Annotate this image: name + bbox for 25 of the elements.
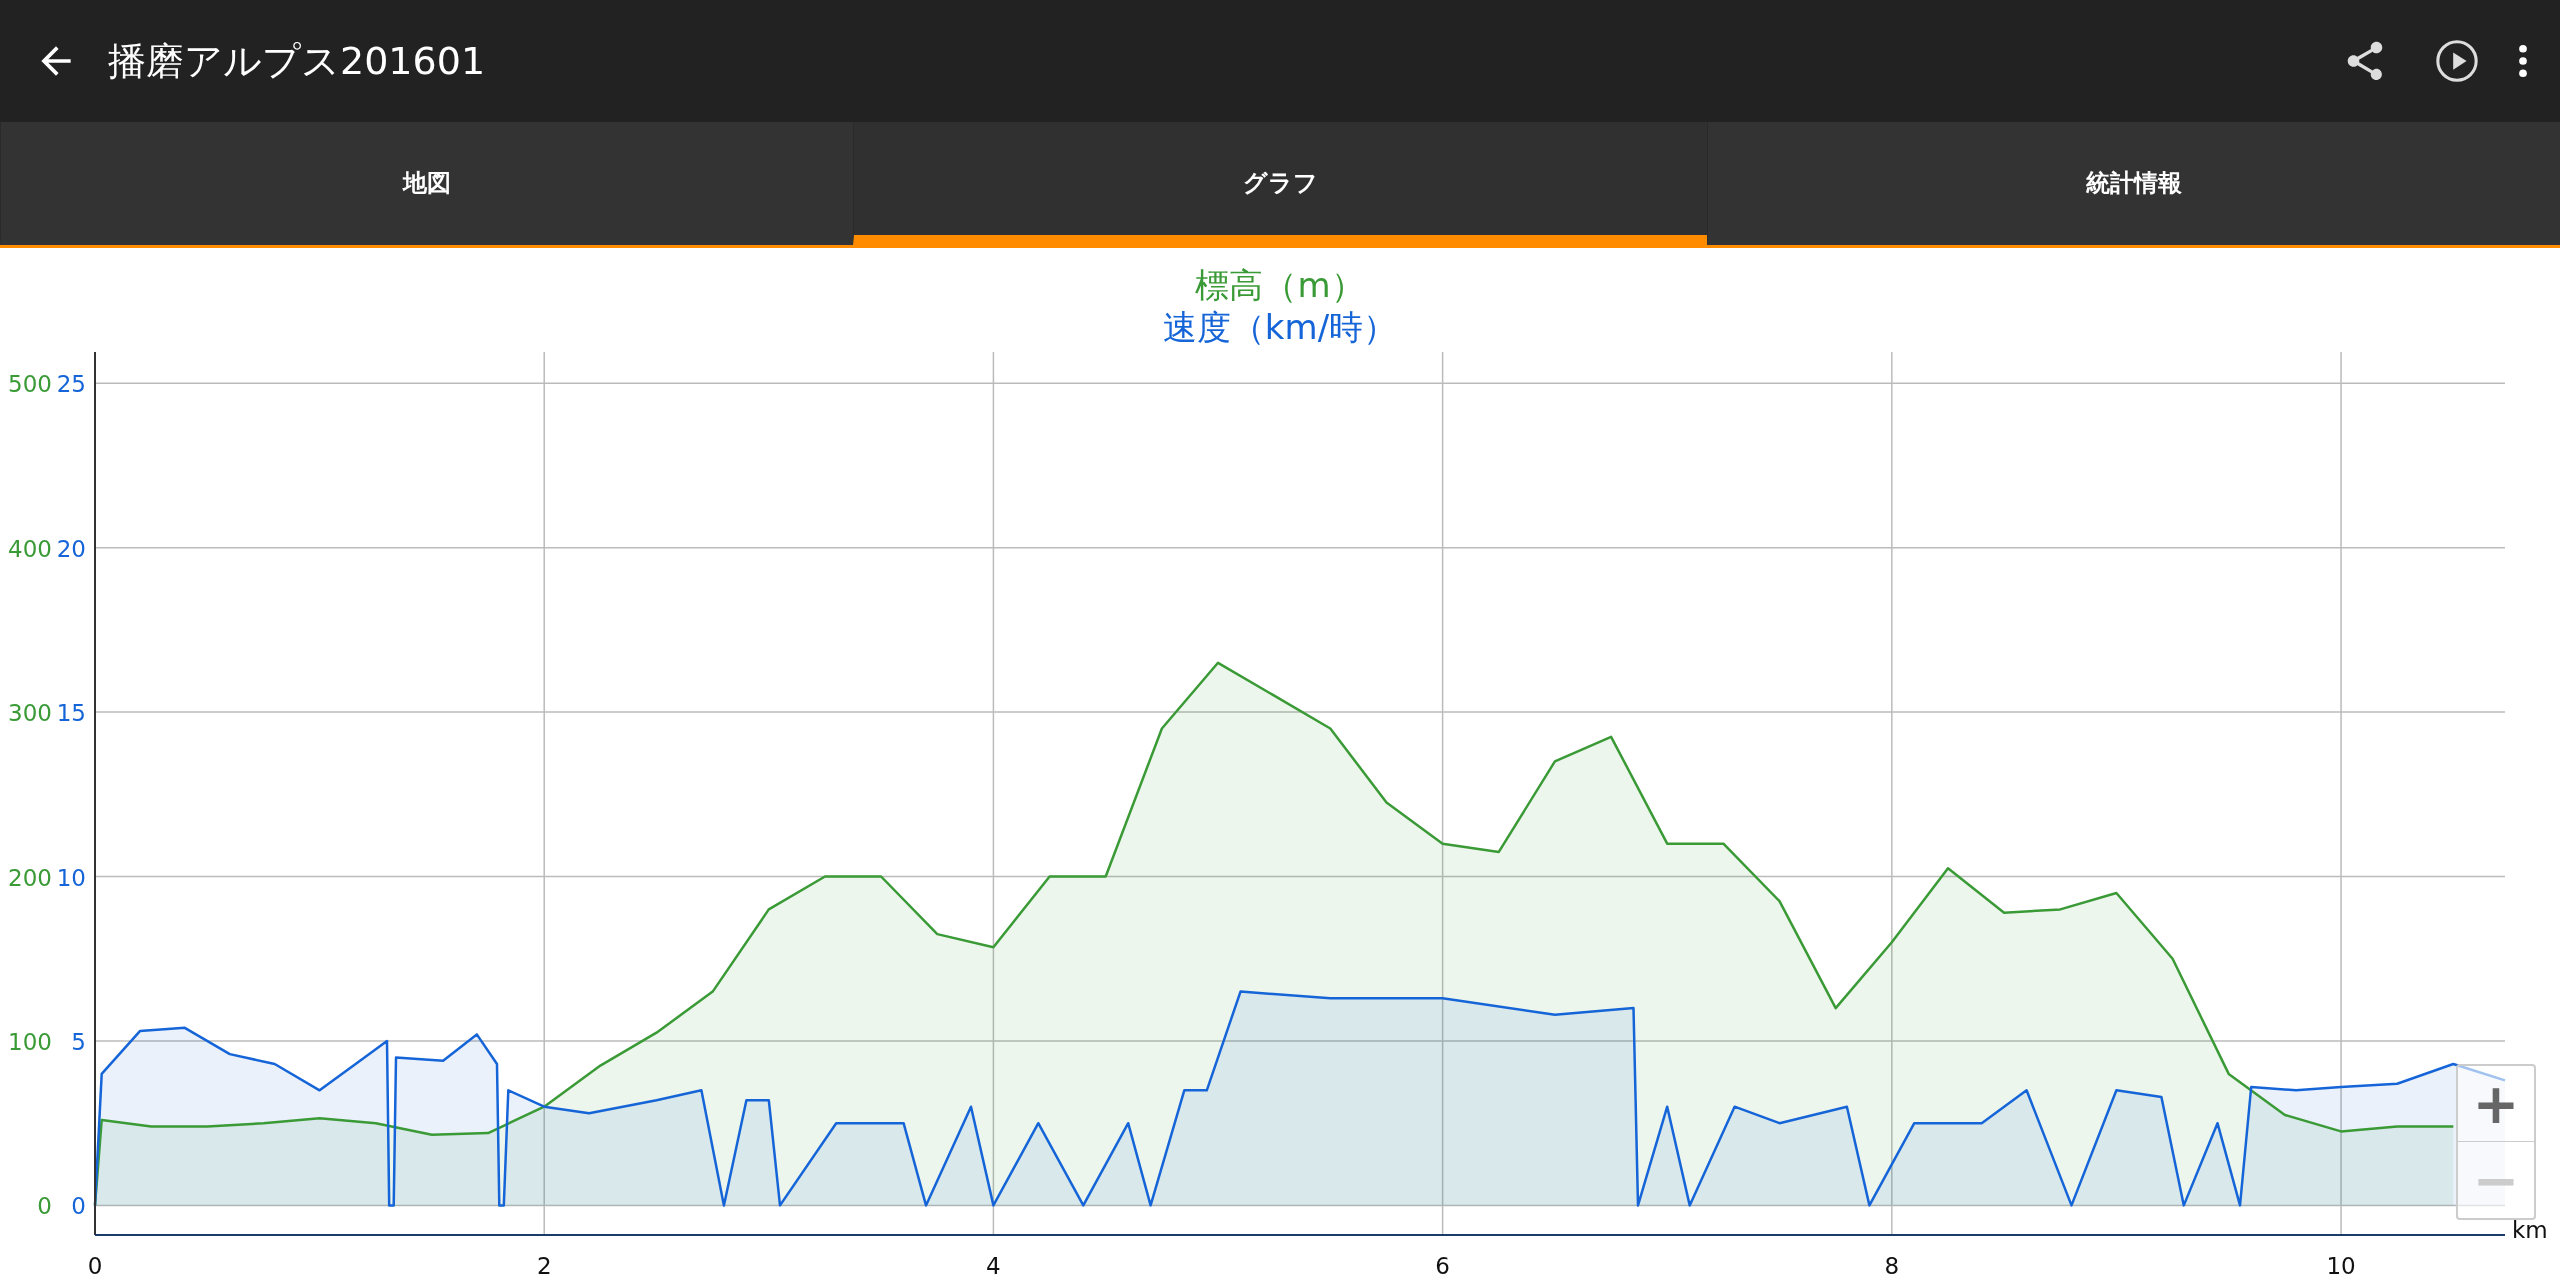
play-icon[interactable] [2434, 38, 2480, 84]
axis-tick-label: 200 [8, 864, 52, 891]
axis-tick-label: 300 [8, 700, 52, 727]
track-title: 播磨アルプス201601 [108, 37, 486, 85]
axis-tick-label: 6 [1435, 1253, 1450, 1279]
zoom-in-button[interactable]: + [2458, 1066, 2534, 1142]
tab[interactable]: グラフ [853, 122, 1707, 245]
chart-title: 標高（m） [1194, 264, 1366, 306]
axis-tick-label: 2 [536, 1253, 552, 1279]
axis-tick-label: 500 [8, 371, 52, 398]
chart-title: 速度（km/時） [1161, 306, 1399, 348]
axis-tick-label: 5 [71, 1028, 86, 1055]
axis-tick-label: 10 [56, 864, 86, 891]
axis-tick-label: 8 [1884, 1253, 1900, 1279]
axis-tick-label: 20 [56, 535, 86, 562]
axis-tick-label: 400 [8, 535, 52, 562]
axis-tick-label: 4 [986, 1253, 1001, 1279]
axis-unit-label: km [2512, 1217, 2548, 1243]
axis-tick-label: 100 [8, 1028, 52, 1055]
axis-tick-label: 25 [56, 371, 86, 398]
axis-tick-label: 0 [71, 1193, 86, 1220]
axis-tick-label: 0 [87, 1253, 103, 1279]
axis-tick-label: 0 [37, 1193, 52, 1220]
axis-tick-label: 10 [2326, 1253, 2356, 1279]
axis-tick-label: 15 [56, 700, 86, 727]
